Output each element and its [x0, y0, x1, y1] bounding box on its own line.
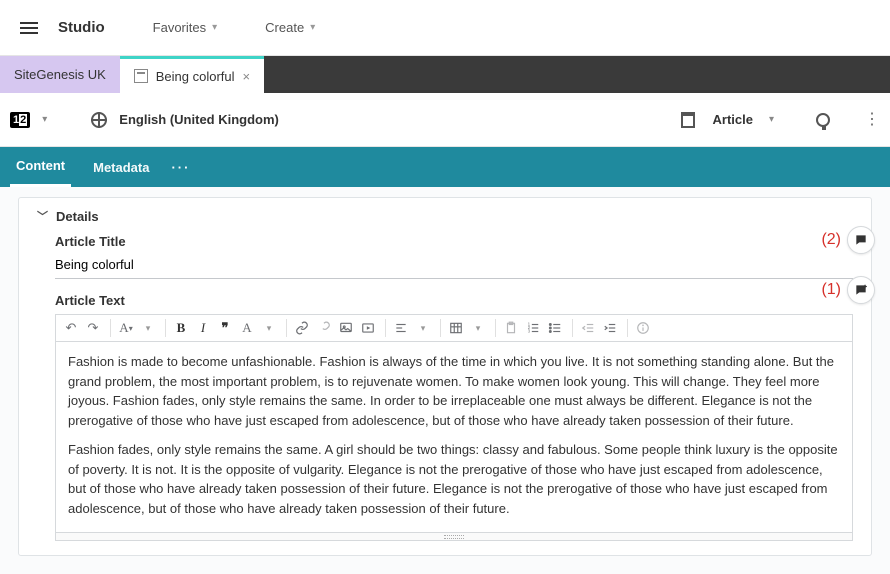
content-area: ﹀ Details Article Title Article Text ↶ ↷… [0, 187, 890, 574]
vertical-dots-icon[interactable]: ⋮ [864, 116, 880, 124]
annotation-number: (2) [821, 231, 841, 249]
chevron-down-icon[interactable]: ▾ [769, 114, 774, 125]
hamburger-menu-icon[interactable] [12, 11, 46, 45]
svg-text:3: 3 [528, 329, 531, 334]
document-icon [134, 69, 148, 83]
chevron-down-icon[interactable]: ▾ [414, 319, 432, 337]
chevron-down-icon[interactable]: ▾ [469, 319, 487, 337]
info-icon[interactable] [634, 319, 652, 337]
chevron-down-icon[interactable]: ▾ [260, 319, 278, 337]
article-text-label: Article Text [55, 293, 853, 308]
comment-bubble-icon[interactable] [847, 226, 875, 254]
tab-sitegenesis[interactable]: SiteGenesis UK [0, 56, 120, 93]
article-paragraph: Fashion fades, only style remains the sa… [68, 440, 840, 518]
image-icon[interactable] [337, 319, 355, 337]
chevron-down-icon[interactable]: ﹀ [37, 208, 48, 224]
article-title-input[interactable] [55, 253, 853, 279]
tab-content[interactable]: Content [10, 147, 71, 187]
undo-icon[interactable]: ↶ [62, 319, 80, 337]
font-size-icon[interactable]: A▾ [117, 319, 135, 337]
tab-label: Being colorful [156, 69, 235, 84]
bold-icon[interactable]: B [172, 319, 190, 337]
annotation-2: (2) [821, 226, 875, 254]
blockquote-icon[interactable]: ❞ [216, 319, 234, 337]
bullet-list-icon[interactable] [546, 319, 564, 337]
add-comment-bubble-icon[interactable] [847, 276, 875, 304]
language-label[interactable]: English (United Kingdom) [119, 112, 279, 127]
media-icon[interactable] [359, 319, 377, 337]
align-icon[interactable] [392, 319, 410, 337]
article-type-icon [681, 112, 695, 128]
paste-icon[interactable] [502, 319, 520, 337]
content-tabs: Content Metadata ··· [0, 147, 890, 187]
unlink-icon[interactable] [315, 319, 333, 337]
chevron-down-icon: ▾ [310, 22, 315, 33]
tab-label: SiteGenesis UK [14, 67, 106, 82]
favorites-label: Favorites [153, 20, 206, 35]
article-title-label: Article Title [55, 234, 853, 249]
doc-type-label[interactable]: Article [713, 112, 753, 127]
article-text-editor[interactable]: Fashion is made to become unfashionable.… [55, 341, 853, 533]
tab-close-icon[interactable]: × [243, 69, 251, 84]
indent-icon[interactable] [601, 319, 619, 337]
document-tab-bar: SiteGenesis UK Being colorful × [0, 56, 890, 93]
numbered-list-icon[interactable]: 123 [524, 319, 542, 337]
outdent-icon[interactable] [579, 319, 597, 337]
font-color-icon[interactable]: A [238, 319, 256, 337]
app-title: Studio [58, 19, 105, 36]
rich-text-toolbar: ↶ ↷ A▾ ▾ B I ❞ A ▾ [55, 314, 853, 341]
chevron-down-icon[interactable]: ▾ [42, 114, 47, 125]
lightbulb-icon[interactable] [816, 113, 830, 127]
top-menu: Favorites ▾ Create ▾ [153, 20, 316, 35]
resize-handle[interactable] [55, 533, 853, 541]
create-menu[interactable]: Create ▾ [265, 20, 315, 35]
favorites-menu[interactable]: Favorites ▾ [153, 20, 218, 35]
link-icon[interactable] [293, 319, 311, 337]
redo-icon[interactable]: ↷ [84, 319, 102, 337]
chevron-down-icon: ▾ [212, 22, 217, 33]
article-paragraph: Fashion is made to become unfashionable.… [68, 352, 840, 430]
annotation-1: (1) [821, 276, 875, 304]
tab-metadata[interactable]: Metadata [87, 149, 155, 186]
details-header[interactable]: ﹀ Details [37, 208, 853, 224]
chevron-down-icon[interactable]: ▾ [139, 319, 157, 337]
table-icon[interactable] [447, 319, 465, 337]
details-panel: ﹀ Details Article Title Article Text ↶ ↷… [18, 197, 872, 556]
create-label: Create [265, 20, 304, 35]
top-bar: Studio Favorites ▾ Create ▾ [0, 0, 890, 56]
section-title: Details [56, 209, 99, 224]
tab-being-colorful[interactable]: Being colorful × [120, 56, 264, 93]
italic-icon[interactable]: I [194, 319, 212, 337]
globe-icon[interactable] [91, 112, 107, 128]
editor-toolbar: 12 ▾ English (United Kingdom) Article ▾ … [0, 93, 890, 147]
annotation-number: (1) [821, 281, 841, 299]
more-tabs-icon[interactable]: ··· [171, 160, 190, 175]
version-badge[interactable]: 12 [10, 112, 30, 128]
